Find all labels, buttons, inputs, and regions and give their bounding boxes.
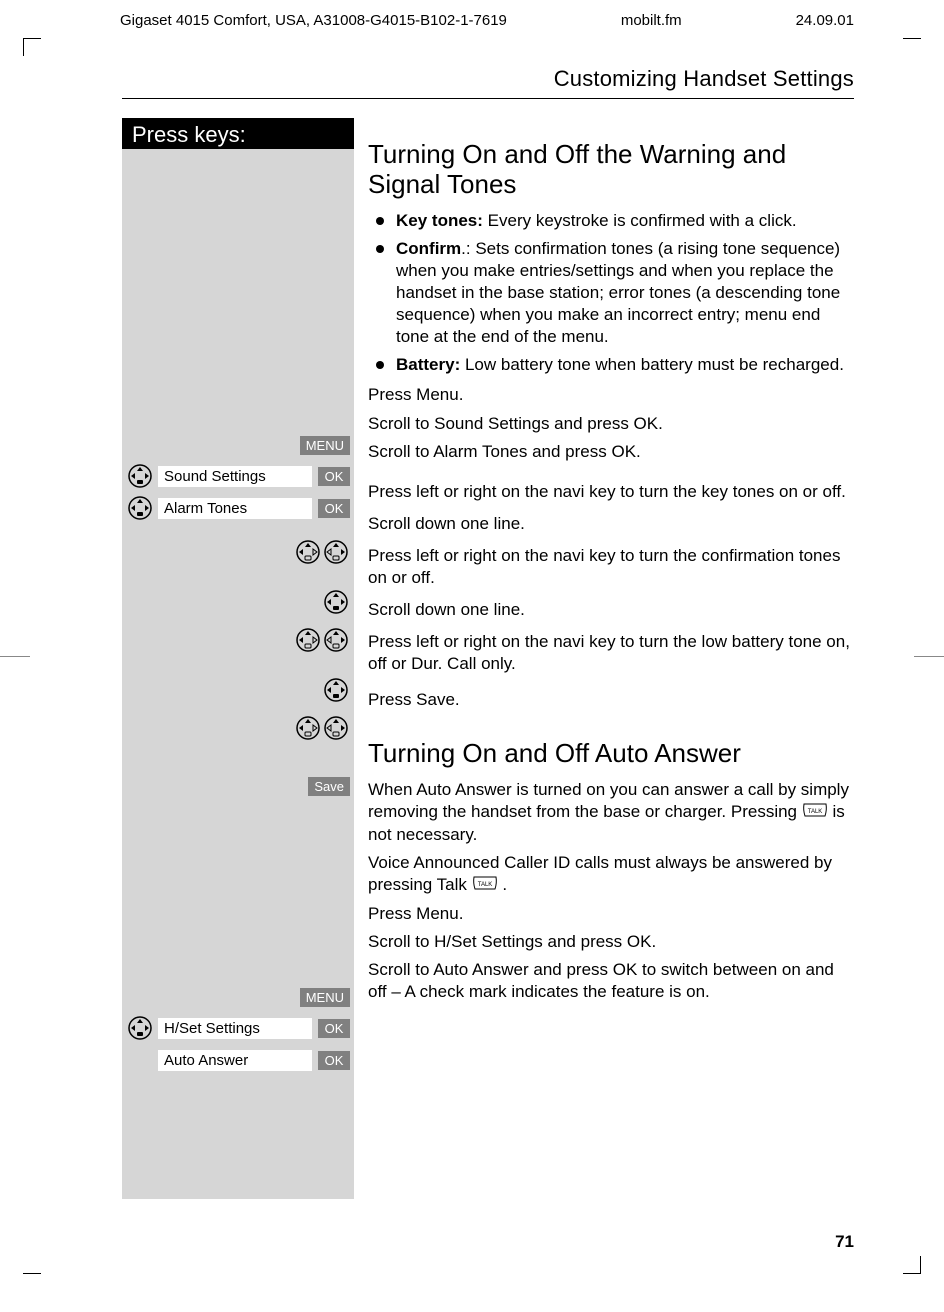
navi-left-icon [296,716,320,740]
row-navi-lr-3 [122,713,354,743]
row-alarm-tones: Alarm Tones OK [122,493,354,523]
navi-left-icon [296,540,320,564]
bullet-confirm: Confirm.: Sets confirmation tones (a ris… [396,238,854,348]
alarm-tones-label: Alarm Tones [158,498,312,519]
heading-auto-answer: Turning On and Off Auto Answer [368,739,854,769]
header-left: Gigaset 4015 Comfort, USA, A31008-G4015-… [120,12,507,29]
auto-para-1: When Auto Answer is turned on you can an… [368,779,854,846]
talk-icon: TALK [472,875,498,897]
row-save: Save [122,771,354,801]
header-center: mobilt.fm [621,12,682,29]
section-title: Customizing Handset Settings [554,66,854,92]
row-navi-down-2 [122,675,354,705]
sidebar: MENU Sound Settings OK Alarm Tones OK Sa [122,149,354,1199]
row-auto-answer: Auto Answer OK [122,1045,354,1075]
step-confirm-tones: Press left or right on the navi key to t… [368,545,854,589]
step-scroll-2: Scroll down one line. [368,599,854,621]
step-menu-2: Press Menu. [368,903,854,925]
row-hset-settings: H/Set Settings OK [122,1013,354,1043]
navi-icon [128,496,152,520]
bullet-battery: Battery: Low battery tone when battery m… [396,354,854,376]
talk-icon: TALK [802,802,828,824]
menu-button: MENU [300,436,350,455]
navi-right-icon [324,716,348,740]
save-button: Save [308,777,350,796]
navi-left-icon [296,628,320,652]
step-sound-settings: Scroll to Sound Settings and press OK. [368,413,854,435]
auto-para-2: Voice Announced Caller ID calls must alw… [368,852,854,897]
step-battery-tone: Press left or right on the navi key to t… [368,631,854,675]
header-right: 24.09.01 [796,12,854,29]
menu-button: MENU [300,988,350,1007]
navi-icon [128,464,152,488]
step-key-tones: Press left or right on the navi key to t… [368,481,854,503]
row-menu-2: MENU [122,982,354,1012]
row-navi-lr-1 [122,537,354,567]
heading-tones: Turning On and Off the Warning and Signa… [368,140,854,200]
step-auto-answer: Scroll to Auto Answer and press OK to sw… [368,959,854,1003]
ok-button: OK [318,499,350,518]
step-press-menu: Press Menu. [368,384,854,406]
navi-icon [324,678,348,702]
doc-header: Gigaset 4015 Comfort, USA, A31008-G4015-… [120,12,854,29]
navi-icon [128,1016,152,1040]
step-scroll-1: Scroll down one line. [368,513,854,535]
auto-answer-label: Auto Answer [158,1050,312,1071]
svg-text:TALK: TALK [477,882,492,888]
navi-right-icon [324,540,348,564]
navi-right-icon [324,628,348,652]
row-sound-settings: Sound Settings OK [122,461,354,491]
step-save: Press Save. [368,689,854,711]
bullet-key-tones: Key tones: Every keystroke is confirmed … [396,210,854,232]
hset-settings-label: H/Set Settings [158,1018,312,1039]
ok-button: OK [318,1051,350,1070]
sound-settings-label: Sound Settings [158,466,312,487]
row-navi-lr-2 [122,625,354,655]
page-number: 71 [835,1232,854,1252]
ok-button: OK [318,467,350,486]
ok-button: OK [318,1019,350,1038]
row-menu: MENU [122,430,354,460]
step-alarm-tones: Scroll to Alarm Tones and press OK. [368,441,854,463]
svg-text:TALK: TALK [807,809,822,815]
content: Turning On and Off the Warning and Signa… [368,140,854,1009]
navi-icon [324,590,348,614]
step-hset: Scroll to H/Set Settings and press OK. [368,931,854,953]
row-navi-down-1 [122,587,354,617]
